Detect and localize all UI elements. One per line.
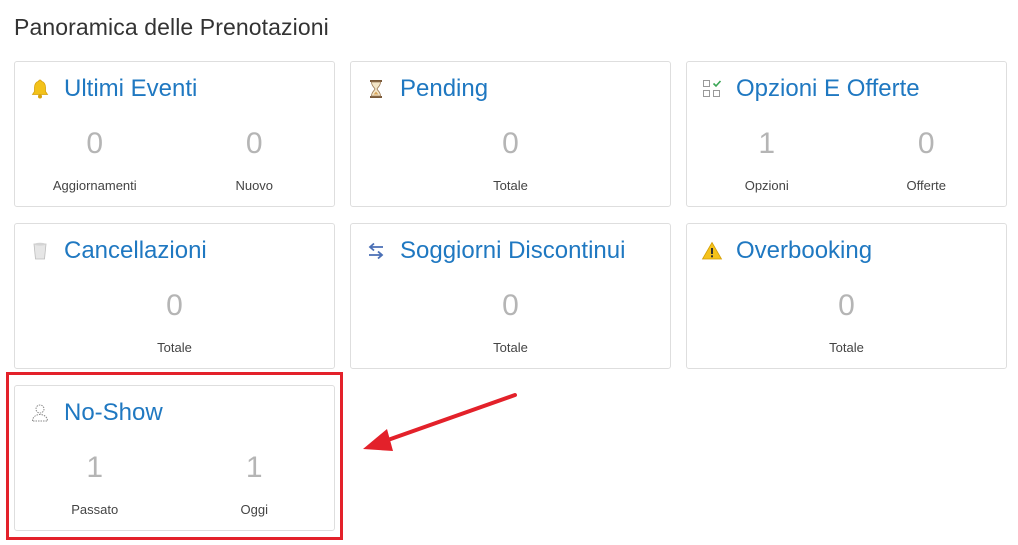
stat-value[interactable]: 0 <box>246 126 263 162</box>
card-title[interactable]: Cancellazioni <box>64 237 207 265</box>
stat-value[interactable]: 0 <box>502 126 519 162</box>
stat-value[interactable]: 1 <box>758 126 775 162</box>
stat-value[interactable]: 0 <box>838 288 855 324</box>
checklist-icon <box>701 78 723 100</box>
stat-label: Offerte <box>906 178 946 193</box>
card-ultimi-eventi[interactable]: Ultimi Eventi 0 Aggiornamenti 0 Nuovo <box>14 61 335 207</box>
swap-arrows-icon <box>365 240 387 262</box>
stat-label: Nuovo <box>235 178 274 193</box>
card-cancellazioni[interactable]: Cancellazioni 0 Totale <box>14 223 335 369</box>
stat-label: Totale <box>157 340 192 355</box>
bell-icon <box>29 78 51 100</box>
hourglass-icon <box>365 78 387 100</box>
stat-label: Totale <box>493 340 528 355</box>
card-opzioni-offerte[interactable]: Opzioni E Offerte 1 Opzioni 0 Offerte <box>686 61 1007 207</box>
card-overbooking[interactable]: Overbooking 0 Totale <box>686 223 1007 369</box>
card-soggiorni-discontinui[interactable]: Soggiorni Discontinui 0 Totale <box>350 223 671 369</box>
page-title: Panoramica delle Prenotazioni <box>14 14 329 40</box>
highlight-box <box>6 372 343 540</box>
stat-label: Opzioni <box>744 178 789 193</box>
trash-icon <box>29 240 51 262</box>
card-title[interactable]: Overbooking <box>736 237 872 265</box>
stat-label: Aggiornamenti <box>52 178 137 193</box>
stat-label: Totale <box>493 178 528 193</box>
card-title[interactable]: Pending <box>400 75 488 103</box>
stat-label: Totale <box>829 340 864 355</box>
annotation-arrow-icon <box>363 393 517 451</box>
card-pending[interactable]: Pending 0 Totale <box>350 61 671 207</box>
stat-value[interactable]: 0 <box>86 126 103 162</box>
card-title[interactable]: Ultimi Eventi <box>64 75 197 103</box>
card-title[interactable]: Opzioni E Offerte <box>736 75 920 103</box>
card-title[interactable]: Soggiorni Discontinui <box>400 237 625 265</box>
stat-value[interactable]: 0 <box>918 126 935 162</box>
stat-value[interactable]: 0 <box>166 288 183 324</box>
warning-icon <box>701 240 723 262</box>
stat-value[interactable]: 0 <box>502 288 519 324</box>
